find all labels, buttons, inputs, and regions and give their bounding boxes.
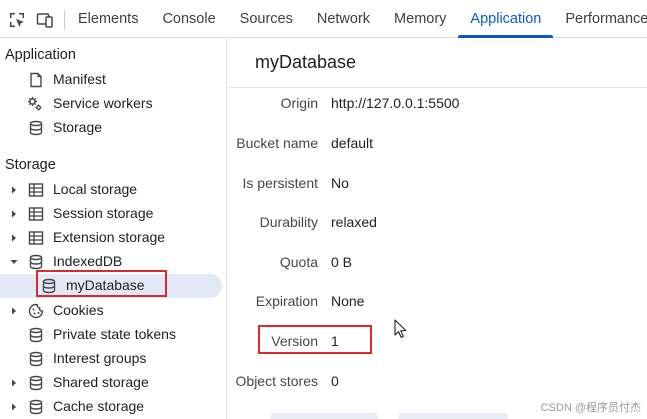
panel-tabs: Elements Console Sources Network Memory … [66, 0, 647, 38]
database-icon [28, 327, 44, 343]
section-title-storage: Storage [5, 157, 56, 173]
tab-performance[interactable]: Performance [553, 0, 647, 38]
watermark: CSDN @程序员付杰 [540, 402, 641, 414]
devtools-tab-bar: Elements Console Sources Network Memory … [0, 0, 647, 38]
detail-key: Is persistent [242, 175, 318, 191]
action-button-partial[interactable] [398, 413, 508, 419]
sidebar-item-interest-groups[interactable]: Interest groups [0, 347, 222, 371]
sidebar-item-label: Storage [53, 119, 103, 135]
expand-arrow-icon[interactable] [9, 185, 19, 195]
database-icon [28, 375, 44, 391]
sidebar-item-label: Cache storage [53, 398, 145, 414]
sidebar-item-shared-storage[interactable]: Shared storage [0, 371, 222, 395]
document-icon [28, 72, 44, 88]
detail-value: default [331, 135, 374, 151]
tab-elements[interactable]: Elements [66, 0, 150, 38]
detail-row-object-stores: Object stores 0 [228, 369, 647, 393]
collapse-arrow-icon[interactable] [9, 257, 19, 267]
sidebar-item-label: Extension storage [53, 229, 166, 245]
highlight-box-mydatabase [36, 270, 167, 297]
detail-value: 0 B [331, 254, 353, 270]
application-sidebar: Application Manifest Service workers Sto… [0, 39, 227, 419]
mouse-pointer-icon [394, 319, 408, 339]
detail-key: Object stores [235, 373, 318, 389]
toolbar-separator [64, 10, 65, 30]
detail-row-bucket-name: Bucket name default [228, 131, 647, 155]
gears-icon [27, 96, 43, 112]
database-icon [28, 254, 44, 270]
detail-key: Expiration [255, 293, 318, 309]
table-icon [28, 206, 44, 222]
sidebar-item-manifest[interactable]: Manifest [0, 68, 222, 92]
database-details-pane: myDatabase Origin http://127.0.0.1:5500 … [228, 39, 647, 419]
database-icon [28, 351, 44, 367]
expand-arrow-icon[interactable] [9, 209, 19, 219]
detail-value: http://127.0.0.1:5500 [331, 95, 460, 111]
sidebar-item-label: Session storage [53, 205, 154, 221]
expand-arrow-icon[interactable] [9, 306, 19, 316]
tab-network[interactable]: Network [305, 0, 382, 38]
detail-row-quota: Quota 0 B [228, 250, 647, 274]
expand-arrow-icon[interactable] [9, 402, 19, 412]
detail-row-is-persistent: Is persistent No [228, 171, 647, 195]
sidebar-item-local-storage[interactable]: Local storage [0, 178, 222, 202]
page-title: myDatabase [255, 52, 357, 72]
tab-console[interactable]: Console [150, 0, 227, 38]
database-icon [28, 120, 44, 136]
sidebar-item-cookies[interactable]: Cookies [0, 299, 222, 323]
table-icon [28, 230, 44, 246]
tab-application[interactable]: Application [458, 0, 554, 38]
sidebar-item-label: Shared storage [53, 374, 149, 390]
select-element-icon[interactable] [8, 11, 26, 29]
detail-row-durability: Durability relaxed [228, 210, 647, 234]
detail-key: Origin [280, 95, 318, 111]
cookie-icon [28, 303, 44, 319]
detail-value: No [331, 175, 349, 191]
sidebar-item-label: Manifest [53, 71, 106, 87]
expand-arrow-icon[interactable] [9, 233, 19, 243]
sidebar-item-label: IndexedDB [53, 253, 123, 269]
expand-arrow-icon[interactable] [9, 378, 19, 388]
sidebar-item-private-state-tokens[interactable]: Private state tokens [0, 323, 222, 347]
sidebar-item-label: Interest groups [53, 350, 147, 366]
tab-memory[interactable]: Memory [382, 0, 458, 38]
sidebar-item-label: Service workers [53, 95, 153, 111]
sidebar-item-storage-overview[interactable]: Storage [0, 116, 222, 140]
table-icon [28, 182, 44, 198]
sidebar-item-service-workers[interactable]: Service workers [0, 92, 222, 116]
detail-value: relaxed [331, 214, 377, 230]
section-title-application: Application [5, 47, 76, 63]
database-icon [28, 399, 44, 415]
action-button-partial[interactable] [270, 413, 378, 419]
device-toolbar-icon[interactable] [36, 11, 54, 29]
detail-key: Quota [279, 254, 318, 270]
sidebar-item-label: Private state tokens [53, 326, 176, 342]
detail-key: Bucket name [236, 135, 318, 151]
sidebar-item-label: Local storage [53, 181, 138, 197]
sidebar-item-label: Cookies [53, 302, 104, 318]
tab-sources[interactable]: Sources [228, 0, 305, 38]
sidebar-item-extension-storage[interactable]: Extension storage [0, 226, 222, 250]
detail-value: None [331, 293, 365, 309]
detail-value: 0 [331, 373, 339, 389]
sidebar-item-cache-storage[interactable]: Cache storage [0, 395, 222, 419]
detail-row-expiration: Expiration None [228, 289, 647, 313]
detail-key: Durability [259, 214, 318, 230]
divider [228, 87, 647, 88]
detail-row-origin: Origin http://127.0.0.1:5500 [228, 91, 647, 115]
highlight-box-version [258, 325, 372, 354]
sidebar-item-session-storage[interactable]: Session storage [0, 202, 222, 226]
